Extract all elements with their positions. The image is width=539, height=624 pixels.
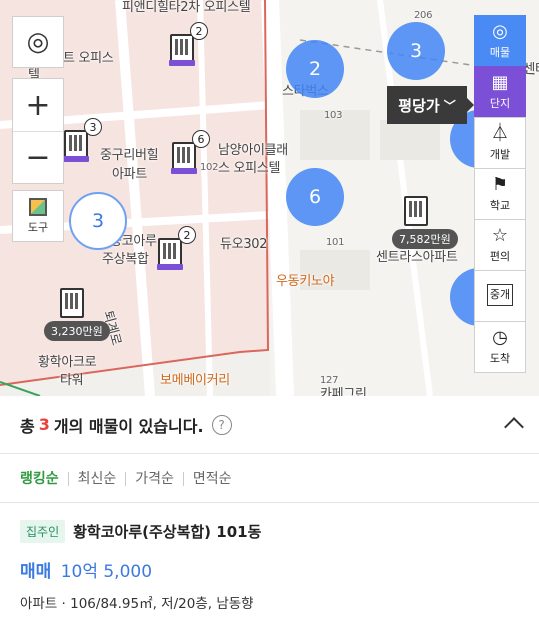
price-tag[interactable]: 3,230만원 xyxy=(44,321,110,341)
map-number: 101 xyxy=(326,237,345,248)
cluster-marker[interactable]: 3 xyxy=(69,192,127,250)
map-label: 타워 xyxy=(60,373,84,388)
complex-marker[interactable]: 2 xyxy=(166,22,208,68)
listing-item[interactable]: 집주인 황학코아루(주상복합) 101동 매매 10억 5,000 아파트 · … xyxy=(0,504,539,624)
map-number: 206 xyxy=(414,10,433,21)
current-location-button[interactable]: ◎ xyxy=(12,16,64,68)
plus-icon: + xyxy=(25,87,51,123)
complex-marker[interactable]: 2 xyxy=(154,226,196,272)
map-label: 남양아이클래스 오피스텔 xyxy=(218,143,288,176)
sort-options: 랭킹순 최신순 가격순 면적순 xyxy=(0,455,539,503)
map-label: 주상복합 xyxy=(102,252,149,267)
clock-icon: ◷ xyxy=(492,327,508,348)
rail-listings-button[interactable]: ◎ 매물 xyxy=(474,15,526,67)
summary-suffix: 개의 매물이 있습니다. xyxy=(53,416,204,436)
map-label: 우동키노야 xyxy=(276,274,335,289)
listing-summary-bar[interactable]: 총 3 개의 매물이 있습니다. ? xyxy=(0,396,539,454)
complex-count-badge: 3 xyxy=(84,118,102,136)
summary-prefix: 총 xyxy=(20,416,35,436)
sort-price[interactable]: 가격순 xyxy=(125,471,183,486)
rail-label: 학교 xyxy=(489,199,511,212)
price-per-pyeong-label: 평당가 xyxy=(398,96,440,115)
rail-complex-button[interactable]: ▦ 단지 xyxy=(474,66,526,118)
rail-commute-button[interactable]: ◷ 도착 xyxy=(474,321,526,373)
chevron-up-icon[interactable] xyxy=(504,417,524,437)
map-number: 103 xyxy=(324,110,343,121)
rail-development-button[interactable]: ⏃ 개발 xyxy=(474,117,526,169)
map-view[interactable]: 피앤디힐타2차 오피스텔 호테이트 오피스텔 중구리버힐 아파트 남양아이클래스… xyxy=(0,0,539,396)
listing-price: 10억 5,000 xyxy=(60,562,153,582)
map-number: 102 xyxy=(200,162,219,173)
complex-marker[interactable] xyxy=(400,190,432,230)
complex-marker[interactable]: 6 xyxy=(168,130,210,176)
help-icon[interactable]: ? xyxy=(211,414,232,435)
listing-count: 3 xyxy=(38,415,50,434)
zoom-controls: + − xyxy=(12,78,64,184)
zoom-out-button[interactable]: − xyxy=(13,131,63,183)
sort-area[interactable]: 면적순 xyxy=(182,471,241,486)
crosshair-icon: ◎ xyxy=(26,27,50,57)
tools-label: 도구 xyxy=(27,220,49,234)
layers-icon xyxy=(29,197,47,216)
sort-ranking[interactable]: 랭킹순 xyxy=(20,472,68,486)
map-label: 아파트 xyxy=(112,167,147,182)
star-icon: ☆ xyxy=(491,225,509,246)
complex-count-badge: 6 xyxy=(192,130,210,148)
school-flag-icon: ⚑ xyxy=(491,174,509,195)
zoom-in-button[interactable]: + xyxy=(13,79,63,131)
rail-label: 편의 xyxy=(489,250,511,263)
complex-count-badge: 2 xyxy=(178,226,196,244)
tools-button[interactable]: 도구 xyxy=(12,190,64,242)
cluster-marker[interactable]: 2 xyxy=(286,40,344,98)
listing-name: 황학코아루(주상복합) 101동 xyxy=(73,523,262,541)
price-per-pyeong-toggle[interactable]: 평당가 ﹀ xyxy=(387,86,474,124)
target-icon: ◎ xyxy=(492,21,508,42)
map-number: 127 xyxy=(320,375,339,386)
rail-agency-button[interactable]: 중개 xyxy=(474,270,526,322)
crane-icon: ⏃ xyxy=(491,123,509,144)
map-filter-rail: ◎ 매물 ▦ 단지 ⏃ 개발 ⚑ 학교 ☆ 편의 중개 ◷ 도착 xyxy=(474,15,526,373)
chevron-down-icon: ﹀ xyxy=(443,98,456,113)
rail-label: 도착 xyxy=(489,352,511,365)
complex-marker[interactable] xyxy=(56,282,88,322)
rail-label: 단지 xyxy=(489,97,511,110)
sort-latest[interactable]: 최신순 xyxy=(67,471,126,486)
owner-tag: 집주인 xyxy=(20,520,66,543)
map-label: 보메베이커리 xyxy=(160,373,230,388)
map-label: 황학아크로 xyxy=(38,355,97,370)
building-icon: ▦ xyxy=(491,72,509,93)
complex-count-badge: 2 xyxy=(190,22,208,40)
rail-school-button[interactable]: ⚑ 학교 xyxy=(474,168,526,220)
price-tag[interactable]: 7,582만원 xyxy=(392,229,458,249)
cluster-marker[interactable]: 6 xyxy=(286,168,344,226)
listing-details: 아파트 · 106/84.95㎡, 저/20층, 남동향 xyxy=(20,596,254,612)
cluster-marker[interactable]: 3 xyxy=(387,22,445,80)
deal-type: 매매 xyxy=(20,562,52,582)
complex-marker[interactable]: 3 xyxy=(60,118,102,164)
map-label: 피앤디힐타2차 오피스텔 xyxy=(122,0,251,15)
rail-label: 매물 xyxy=(489,46,511,59)
map-label: 듀오302 xyxy=(220,237,268,252)
agency-shop-icon: 중개 xyxy=(486,284,514,306)
rail-convenience-button[interactable]: ☆ 편의 xyxy=(474,219,526,271)
map-label: 중구리버힐 xyxy=(100,148,159,163)
rail-label: 개발 xyxy=(489,148,511,161)
minus-icon: − xyxy=(25,140,51,175)
